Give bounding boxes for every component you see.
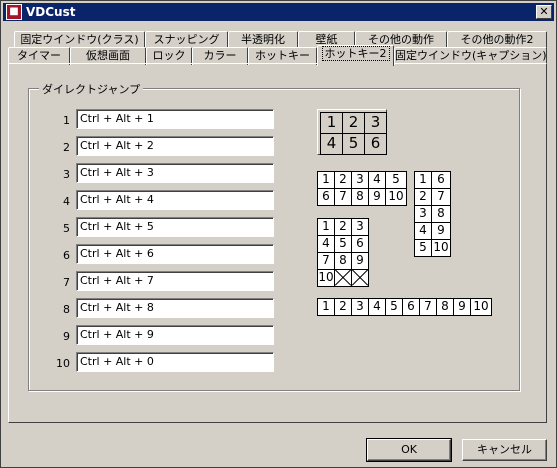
layout-cell: 9 [453,298,471,316]
close-button[interactable]: ✕ [536,5,552,19]
hotkey-input-4[interactable]: Ctrl + Alt + 4 [76,190,274,210]
row-label-4: 4 [63,195,70,208]
layout-cell: 7 [317,252,335,270]
layout-cell: 2 [342,112,365,134]
layout-cell: 4 [368,298,386,316]
layout-cell: 4 [317,235,335,253]
layout-cell: 10 [431,239,451,257]
layout-cell: 2 [334,218,352,236]
hotkey-input-10[interactable]: Ctrl + Alt + 0 [76,352,274,372]
group-title: ダイレクトジャンプ [39,81,144,97]
layout-cell: 5 [385,298,403,316]
layout-cell: 6 [364,133,387,155]
layout-cell: 5 [342,133,365,155]
layout-cell: 4 [368,171,386,189]
layout-cell: 3 [414,205,432,223]
layout-cell: 1 [317,218,335,236]
layout-cell: 4 [320,133,343,155]
layout-cell: 8 [334,252,352,270]
layout-cell: 8 [431,205,451,223]
hotkey-input-3[interactable]: Ctrl + Alt + 3 [76,163,274,183]
row-label-8: 8 [63,303,70,316]
layout-cell: 3 [351,171,369,189]
hotkey-input-5[interactable]: Ctrl + Alt + 5 [76,217,274,237]
row-label-5: 5 [63,222,70,235]
layout-cell: 10 [385,188,407,206]
layout-cell: 3 [364,112,387,134]
layout-cell: 2 [414,188,432,206]
layout-cell: 8 [351,188,369,206]
hotkey-input-9[interactable]: Ctrl + Alt + 9 [76,325,274,345]
layout-cell: 1 [317,298,335,316]
layout-cell: 7 [431,188,451,206]
layout-cell: 9 [368,188,386,206]
layout-10x1-preview: 1 2 3 4 5 6 7 8 9 10 [317,298,492,316]
row-label-7: 7 [63,276,70,289]
row-label-10: 10 [56,357,70,370]
layout-cell: 7 [334,188,352,206]
layout-cell: 1 [414,171,432,189]
layout-cell: 5 [385,171,407,189]
tab-hotkey-2-label: ホットキー2 [321,46,390,61]
close-icon: ✕ [539,5,549,18]
hotkey-input-2[interactable]: Ctrl + Alt + 2 [76,136,274,156]
layout-cell: 2 [334,298,352,316]
layout-cell: 6 [351,235,369,253]
layout-cell: 9 [351,252,369,270]
vdcust-window: ■ VDCust ✕ 固定ウインドウ(クラス) スナッピング 半透明化 壁紙 そ… [0,0,557,468]
layout-cell: 8 [436,298,454,316]
layout-cell: 3 [351,298,369,316]
hotkey-input-1[interactable]: Ctrl + Alt + 1 [76,109,274,129]
window-title: VDCust [26,5,76,19]
layout-cell: 4 [414,222,432,240]
empty-cell-x-icon [334,269,352,287]
layout-cell: 5 [414,239,432,257]
layout-cell: 1 [317,171,335,189]
row-label-3: 3 [63,168,70,181]
layout-cell: 9 [431,222,451,240]
layout-cell: 3 [351,218,369,236]
app-icon[interactable]: ■ [6,4,22,20]
row-label-2: 2 [63,141,70,154]
cancel-button[interactable]: キャンセル [462,439,547,461]
layout-cell: 10 [317,269,335,287]
layout-3x4-preview: 1 2 3 4 5 6 7 8 9 10 [317,218,369,287]
ok-button[interactable]: OK [366,438,452,462]
row-label-9: 9 [63,330,70,343]
layout-5x2-preview: 1 2 3 4 5 6 7 8 9 10 [317,171,407,206]
layout-cell: 6 [317,188,335,206]
layout-cell: 2 [334,171,352,189]
row-label-1: 1 [63,114,70,127]
hotkey-input-8[interactable]: Ctrl + Alt + 8 [76,298,274,318]
title-bar[interactable]: ■ VDCust ✕ [3,3,554,21]
layout-cell: 6 [402,298,420,316]
layout-cell: 1 [320,112,343,134]
layout-3x2-preview: 1 2 3 4 5 6 [320,112,387,155]
hotkey-input-7[interactable]: Ctrl + Alt + 7 [76,271,274,291]
hotkey-input-6[interactable]: Ctrl + Alt + 6 [76,244,274,264]
empty-cell-x-icon [351,269,369,287]
layout-cell: 7 [419,298,437,316]
tab-hotkey-2[interactable]: ホットキー2 [317,45,394,66]
layout-cell: 6 [431,171,451,189]
layout-cell: 5 [334,235,352,253]
row-label-6: 6 [63,249,70,262]
layout-cell: 10 [470,298,492,316]
layout-2x5-preview: 1 6 2 7 3 8 4 9 5 10 [414,171,451,257]
